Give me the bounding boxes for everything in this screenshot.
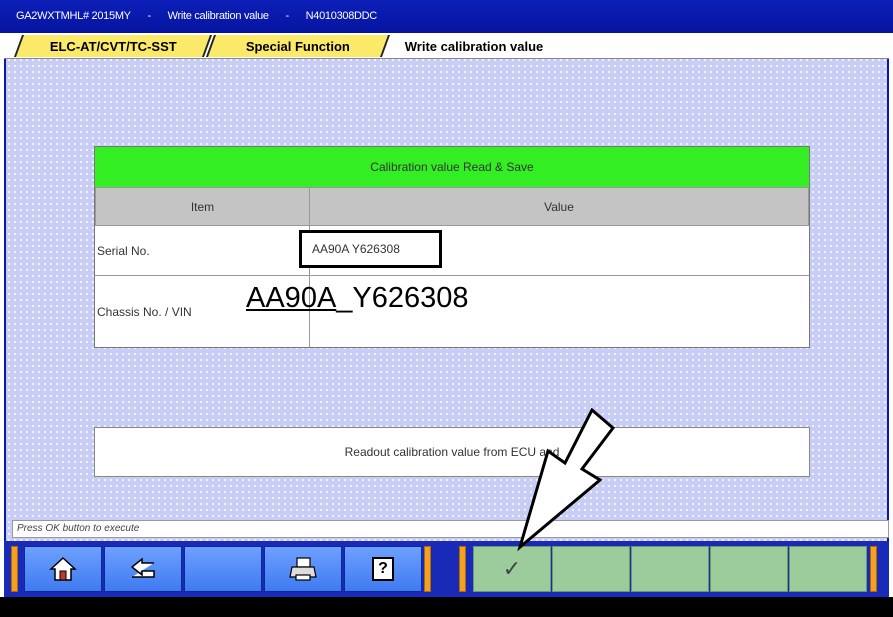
breadcrumb-tab-elc[interactable]: ELC-AT/CVT/TC-SST (13, 35, 213, 57)
empty-green-button[interactable] (631, 546, 709, 592)
back-button[interactable] (104, 546, 182, 592)
empty-green-button[interactable] (789, 546, 867, 592)
empty-green-button[interactable] (710, 546, 788, 592)
calibration-header: Calibration value Read & Save (95, 147, 809, 187)
breadcrumb: ELC-AT/CVT/TC-SST Special Function Write… (4, 33, 889, 59)
column-header-item: Item (95, 187, 310, 226)
printer-icon (289, 557, 317, 581)
vin-annotation: AA90A_Y626308 (246, 282, 469, 315)
help-icon-label: ? (378, 560, 388, 577)
breadcrumb-tab-special-function-label: Special Function (245, 38, 350, 54)
breadcrumb-tab-special-function[interactable]: Special Function (205, 35, 391, 57)
toolbar-separator (424, 546, 431, 592)
vin-annotation-prefix: AA90A (246, 282, 337, 314)
serial-value-highlight: AA90A Y626308 (299, 230, 442, 268)
empty-green-button[interactable] (552, 546, 630, 592)
empty-toolbar-button[interactable] (184, 546, 262, 592)
toolbar-separator (870, 546, 877, 592)
breadcrumb-tab-elc-label: ELC-AT/CVT/TC-SST (49, 38, 177, 54)
window-title-bar: GA2WXTMHL# 2015MY - Write calibration va… (0, 0, 893, 33)
toolbar-separator (11, 546, 18, 592)
help-button[interactable]: ? (344, 546, 422, 592)
home-button[interactable] (24, 546, 102, 592)
print-button[interactable] (264, 546, 342, 592)
title-separator: - (147, 10, 151, 22)
back-arrow-icon (130, 557, 155, 578)
home-icon (49, 556, 77, 581)
message-box: Readout calibration value from ECU and (94, 427, 810, 477)
calibration-table: Calibration value Read & Save Item Value… (94, 146, 810, 348)
row-label-serial: Serial No. (97, 243, 150, 258)
column-header-value: Value (309, 187, 809, 226)
vin-annotation-suffix: _Y626308 (336, 282, 469, 314)
toolbar-separator (459, 546, 466, 592)
title-separator: - (285, 10, 290, 22)
title-model: GA2WXTMHL# 2015MY (16, 10, 131, 22)
bottom-strip (0, 597, 893, 617)
check-icon: ✓ (502, 556, 522, 581)
title-screen: Write calibration value (167, 10, 269, 22)
breadcrumb-current: Write calibration value (394, 35, 554, 57)
help-icon: ? (372, 557, 394, 581)
ok-button[interactable]: ✓ (473, 546, 551, 592)
status-bar: Press OK button to execute (12, 520, 889, 538)
title-part-number: N4010308DDC (305, 10, 378, 22)
